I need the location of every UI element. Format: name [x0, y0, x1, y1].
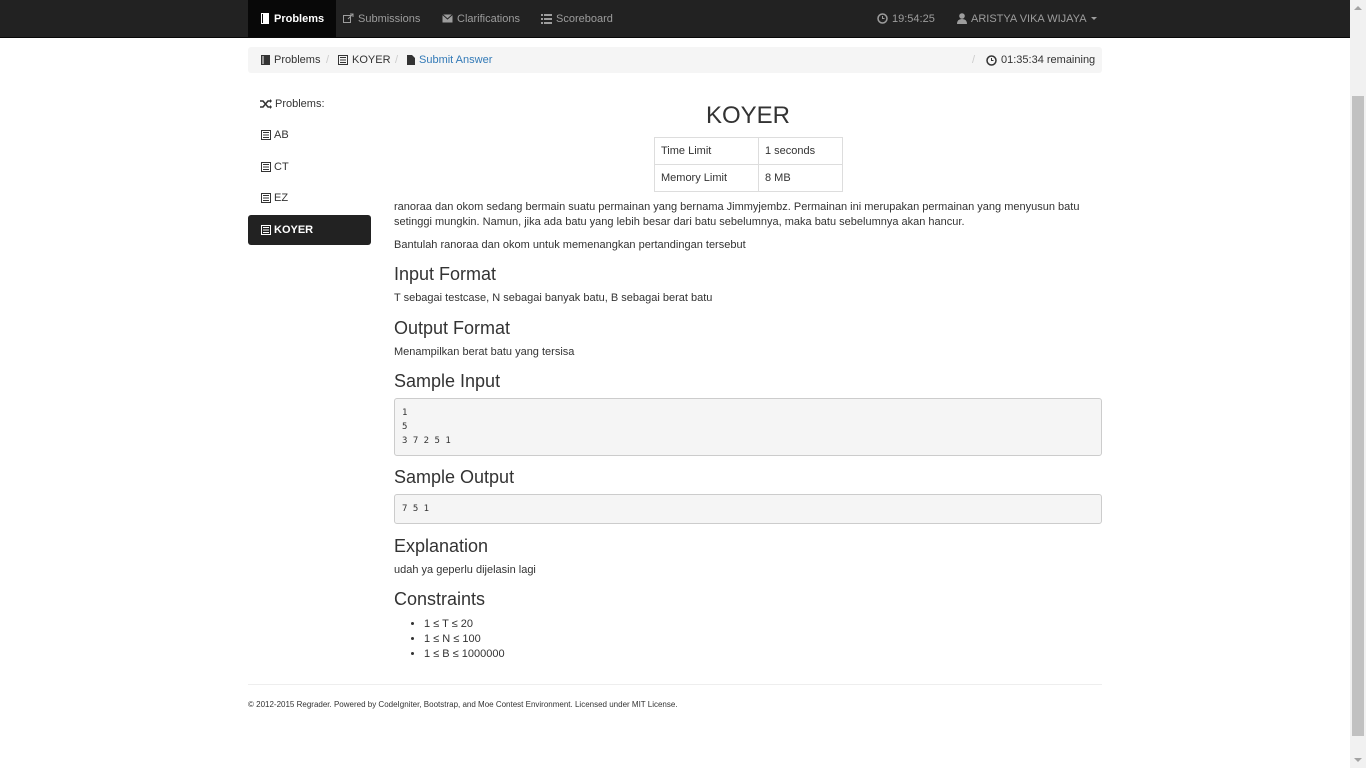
breadcrumb-koyer[interactable]: KOYER	[338, 47, 391, 73]
scroll-thumb[interactable]	[1352, 96, 1364, 736]
nav-problems-label: Problems	[274, 12, 325, 25]
input-format-text: T sebagai testcase, N sebagai banyak bat…	[394, 292, 713, 304]
constraints-heading: Constraints	[394, 589, 486, 609]
chevron-down-icon	[1090, 17, 1097, 20]
sidebar-item-label: EZ	[274, 192, 289, 204]
remaining-time: 01:35:34 remaining	[1001, 54, 1096, 66]
list-item: 1 ≤ B ≤ 1000000	[424, 647, 505, 662]
server-clock: 19:54:25	[877, 0, 935, 37]
footer-divider	[248, 684, 1102, 685]
nav-clarifications-label: Clarifications	[457, 12, 520, 25]
breadcrumb-separator: /	[326, 54, 330, 66]
sidebar-item-label: KOYER	[274, 224, 314, 236]
sidebar-item-ct[interactable]: CT	[248, 152, 371, 182]
limit-name: Time Limit	[654, 137, 759, 165]
share-icon	[343, 13, 354, 23]
file-icon	[407, 55, 415, 65]
problem-description-2: Bantulah ranoraa dan okom untuk memenang…	[394, 239, 746, 251]
breadcrumb-separator: /	[395, 54, 399, 66]
list-item: 1 ≤ N ≤ 100	[424, 632, 505, 647]
nav-clarifications[interactable]: Clarifications	[442, 0, 520, 37]
clock-time: 19:54:25	[892, 12, 935, 25]
breadcrumb: Problems / KOYER / Submit Answer / 01:35…	[248, 47, 1102, 73]
page-scrollbar[interactable]	[1350, 0, 1366, 768]
envelope-icon	[442, 14, 453, 23]
nav-scoreboard-label: Scoreboard	[556, 12, 613, 25]
explanation-text: udah ya geperlu dijelasin lagi	[394, 564, 536, 576]
nav-submissions-label: Submissions	[358, 12, 421, 25]
limits-table: Time Limit 1 seconds Memory Limit 8 MB	[654, 137, 843, 192]
sidebar-item-ab[interactable]: AB	[248, 120, 371, 150]
table-row: Memory Limit 8 MB	[654, 164, 843, 192]
sidebar-item-koyer[interactable]: KOYER	[248, 215, 371, 245]
sample-output-heading: Sample Output	[394, 467, 515, 487]
list-alt-icon	[261, 162, 271, 172]
sample-input-block: 1 5 3 7 2 5 1	[394, 398, 1102, 456]
contest-remaining: 01:35:34 remaining	[986, 47, 1095, 73]
scroll-down-arrow-icon[interactable]	[1350, 752, 1366, 768]
problem-title: KOYER	[705, 102, 791, 129]
book-icon	[261, 13, 269, 24]
sidebar-title-label: Problems:	[275, 98, 325, 110]
nav-scoreboard[interactable]: Scoreboard	[541, 0, 613, 37]
sample-output-block: 7 5 1	[394, 494, 1102, 524]
user-menu[interactable]: ARISTYA VIKA WIJAYA	[957, 0, 1097, 37]
breadcrumb-koyer-label: KOYER	[352, 54, 391, 66]
top-navbar: Problems Submissions Clarifications Scor…	[0, 0, 1350, 38]
limit-value: 1 seconds	[758, 137, 843, 165]
list-item: 1 ≤ T ≤ 20	[424, 617, 505, 632]
breadcrumb-submit-answer[interactable]: Submit Answer	[407, 47, 492, 73]
clock-icon	[877, 13, 888, 24]
constraints-list: 1 ≤ T ≤ 20 1 ≤ N ≤ 100 1 ≤ B ≤ 1000000	[394, 617, 505, 662]
output-format-heading: Output Format	[394, 318, 511, 338]
footer-text: © 2012-2015 Regrader. Powered by CodeIgn…	[248, 700, 678, 709]
book-icon	[261, 55, 270, 65]
list-alt-icon	[261, 225, 271, 235]
sidebar-item-label: CT	[274, 161, 289, 173]
list-alt-icon	[261, 130, 271, 140]
breadcrumb-problems-label: Problems	[274, 54, 321, 66]
nav-problems[interactable]: Problems	[248, 0, 337, 37]
sidebar-item-ez[interactable]: EZ	[248, 183, 371, 213]
breadcrumb-submit-answer-label: Submit Answer	[419, 54, 493, 66]
explanation-heading: Explanation	[394, 536, 489, 556]
breadcrumb-problems[interactable]: Problems	[261, 47, 320, 73]
user-name: ARISTYA VIKA WIJAYA	[971, 12, 1087, 25]
user-icon	[957, 13, 967, 24]
clock-icon	[986, 54, 997, 66]
scroll-up-arrow-icon[interactable]	[1350, 0, 1366, 16]
limit-value: 8 MB	[758, 164, 843, 192]
input-format-heading: Input Format	[394, 264, 497, 284]
list-alt-icon	[261, 193, 271, 203]
limit-name: Memory Limit	[654, 164, 759, 192]
nav-submissions[interactable]: Submissions	[343, 0, 420, 37]
sample-input-heading: Sample Input	[394, 371, 501, 391]
sidebar-title: Problems:	[260, 92, 325, 116]
list-alt-icon	[338, 55, 348, 65]
sidebar-item-label: AB	[274, 129, 289, 141]
list-icon	[541, 13, 552, 24]
table-row: Time Limit 1 seconds	[654, 137, 843, 165]
problem-description: ranoraa dan okom sedang bermain suatu pe…	[394, 201, 1080, 228]
output-format-text: Menampilkan berat batu yang tersisa	[394, 346, 575, 358]
breadcrumb-separator: /	[972, 54, 976, 66]
random-icon	[260, 99, 272, 109]
